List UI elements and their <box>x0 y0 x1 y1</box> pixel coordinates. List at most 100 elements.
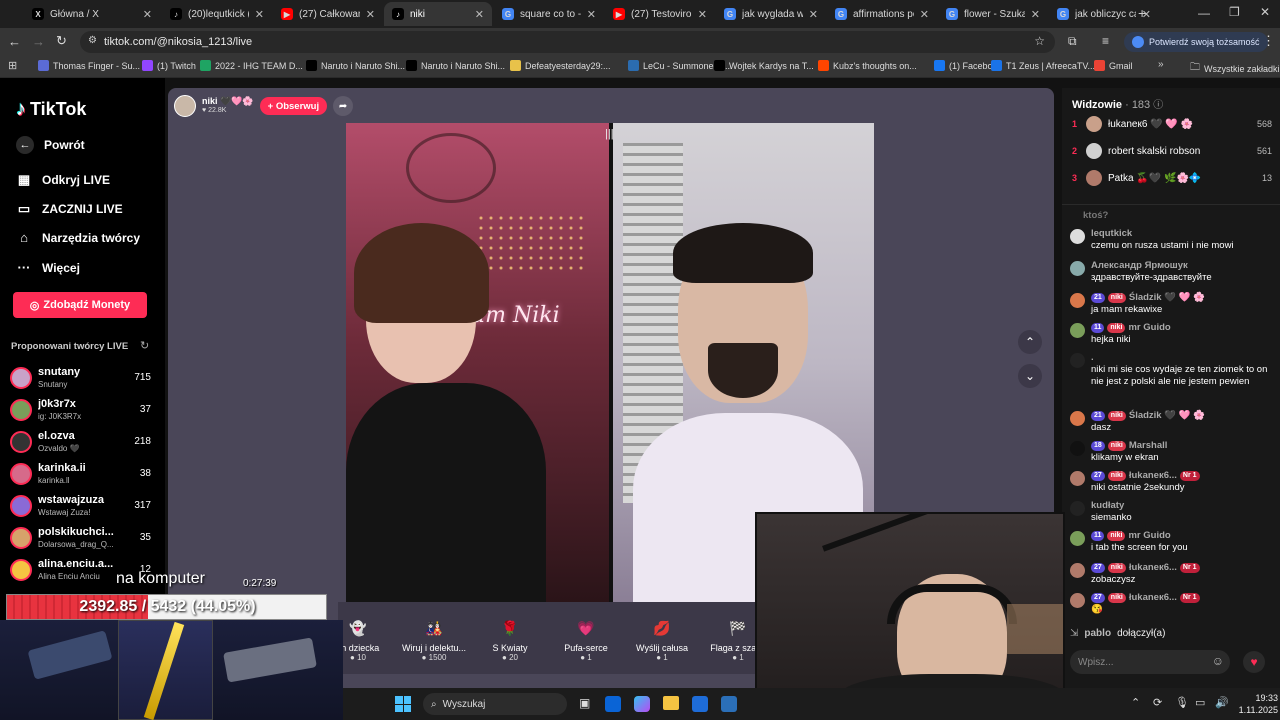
browser-tab[interactable]: Gaffirmations po p ✕ <box>827 2 937 26</box>
bookmark-star-icon[interactable]: ☆ <box>1034 34 1045 48</box>
browser-tab[interactable]: ▶ (27) Testoviron n ✕ <box>605 2 715 26</box>
browser-tab[interactable]: Gflower - Szukaj w ✕ <box>938 2 1048 26</box>
gift-item[interactable]: 🌹 S Kwiaty ● 20 <box>472 616 548 663</box>
bookmark-item[interactable]: 2022 - IHG TEAM D... <box>200 60 303 71</box>
chrome-menu-icon[interactable]: ⋮ <box>1262 33 1275 49</box>
tab-close-icon[interactable]: ✕ <box>475 8 484 21</box>
tab-close-icon[interactable]: ✕ <box>920 8 929 21</box>
store-icon[interactable] <box>692 696 708 712</box>
back-button[interactable]: ← Powrót <box>16 136 85 154</box>
windows-start-icon[interactable] <box>395 696 411 712</box>
back-arrow-icon[interactable]: ← <box>8 34 21 49</box>
apps-grid-icon[interactable]: ⊞ <box>8 59 17 72</box>
suggested-creator-item[interactable]: el.ozva Ozvaldo 🖤 218 <box>10 428 155 456</box>
minimize-button[interactable]: — <box>1198 6 1210 20</box>
tiktok-logo[interactable]: ♪ TikTok <box>16 98 86 121</box>
gift-item[interactable]: 💋 Wyślij całusa ● 1 <box>624 616 700 663</box>
tab-close-icon[interactable]: ✕ <box>143 8 152 21</box>
chat-message[interactable]: Александр Ярмошук здравствуйте-здравствуй… <box>1070 260 1275 288</box>
bookmark-item[interactable]: Kubz's thoughts on... <box>818 60 917 71</box>
tray-chevron-icon[interactable]: ⌃ <box>1131 696 1140 709</box>
top-viewer-row[interactable]: 1 łukaneк6 🖤 🩷 🌸 568 <box>1072 114 1272 134</box>
follow-button[interactable]: + Obserwuj <box>259 97 328 115</box>
suggested-creator-item[interactable]: wstawajzuza Wstawaj Zuza! 317 <box>10 492 155 520</box>
nav-more[interactable]: ··· Więcej <box>16 260 80 275</box>
suggested-creator-item[interactable]: karinka.ii karinka.ll 38 <box>10 460 155 488</box>
microphone-icon[interactable]: 🎙 <box>1175 696 1189 709</box>
gift-item[interactable]: 💗 Pufa-serce ● 1 <box>548 616 624 663</box>
verify-identity-button[interactable]: Potwierdź swoją tożsamość <box>1124 32 1268 52</box>
chat-message[interactable]: 21 niki Śladzik 🖤 🩷 🌸 dasz <box>1070 410 1275 438</box>
previous-live-icon[interactable]: ⌃ <box>1018 330 1042 354</box>
nav-discover-live[interactable]: ▦ Odkryj LIVE <box>16 172 110 188</box>
reload-icon[interactable]: ↻ <box>56 33 67 49</box>
top-viewer-row[interactable]: 2 robert skalski robson 561 <box>1072 141 1272 161</box>
suggested-creator-item[interactable]: polskikuchci... Dolarsowa_drag_Q... 35 <box>10 524 155 552</box>
browser-tab[interactable]: Gjak wyglada wald ✕ <box>716 2 826 26</box>
extensions-icon[interactable]: ⧉ <box>1068 34 1077 49</box>
tab-close-icon[interactable]: ✕ <box>587 8 596 21</box>
bookmark-item[interactable]: (1) Twitch <box>142 60 196 71</box>
chat-input[interactable]: Wpisz... ☺ <box>1070 650 1230 674</box>
browser-tab[interactable]: ♪ (20)lequtkick (@le ✕ <box>162 2 272 26</box>
copilot-icon[interactable] <box>634 696 650 712</box>
suggested-creator-item[interactable]: snutany Snutany 715 <box>10 364 155 392</box>
tab-close-icon[interactable]: ✕ <box>809 8 818 21</box>
task-view-icon[interactable]: ▣ <box>579 696 590 710</box>
chat-message[interactable]: 18 niki Marshall klikamy w ekran <box>1070 440 1275 468</box>
file-explorer-icon[interactable] <box>663 696 679 710</box>
display-icon[interactable]: ▭ <box>1195 696 1205 709</box>
address-bar[interactable]: ⚙ tiktok.com/@nikosia_1213/live ☆ <box>80 31 1055 53</box>
emoji-icon[interactable]: ☺ <box>1212 654 1224 668</box>
bookmark-item[interactable]: Gmail <box>1094 60 1133 71</box>
site-info-icon[interactable]: ⚙ <box>88 35 97 46</box>
chat-message[interactable]: 27 niki łukaneк6... Nr 1 niki ostatnie 2seku… <box>1070 470 1275 498</box>
viewers-header[interactable]: Widzowie · 183 ⓘ <box>1072 96 1163 111</box>
chat-message[interactable]: 27 niki łukaneк6... Nr 1 😘 <box>1070 592 1275 620</box>
chat-message[interactable]: 27 niki łukaneк6... Nr 1 zobaczysz <box>1070 562 1275 590</box>
like-heart-icon[interactable]: ♥ <box>1243 651 1265 673</box>
tab-close-icon[interactable]: ✕ <box>1031 8 1040 21</box>
more-bookmarks-icon[interactable]: » <box>1158 59 1164 70</box>
tab-close-icon[interactable]: ✕ <box>366 8 375 21</box>
maximize-button[interactable]: ❐ <box>1229 5 1240 19</box>
refresh-icon[interactable]: ↻ <box>140 339 149 352</box>
bookmark-item[interactable]: Wojtek Kardys na T... <box>714 60 814 71</box>
nav-start-live[interactable]: ▭ ZACZNIJ LIVE <box>16 201 123 217</box>
info-icon[interactable]: ⓘ <box>1153 100 1163 111</box>
share-icon[interactable]: ➦ <box>333 96 354 116</box>
new-tab-button[interactable]: + <box>1138 5 1146 21</box>
chat-message[interactable]: lequtkick czemu on rusza ustami i nie mow… <box>1070 228 1275 256</box>
forward-arrow-icon[interactable]: → <box>32 34 45 49</box>
chat-message[interactable]: 11 niki mr Guido hejka niki <box>1070 322 1275 350</box>
tab-close-icon[interactable]: ✕ <box>698 8 707 21</box>
nav-creator-tools[interactable]: ⌂ Narzędzia twórcy <box>16 230 140 245</box>
chat-message[interactable]: . niki mi sie cos wydaje ze ten ziomek to… <box>1070 352 1275 404</box>
suggested-creator-item[interactable]: j0k3r7x ig: J0K3R7x 37 <box>10 396 155 424</box>
bookmark-item[interactable]: Naruto i Naruto Shi... <box>406 60 505 71</box>
host-avatar[interactable] <box>174 95 196 117</box>
app-icon[interactable] <box>721 696 737 712</box>
next-live-icon[interactable]: ⌄ <box>1018 364 1042 388</box>
top-viewer-row[interactable]: 3 Patka 🍒🖤 🌿🌸💠 13 <box>1072 168 1272 188</box>
chat-message[interactable]: 21 niki Śladzik 🖤 🩷 🌸 ja mam rekawixe <box>1070 292 1275 320</box>
taskbar-clock[interactable]: 19:33 1.11.2025 <box>1228 692 1278 716</box>
gift-item[interactable]: 🎎 Wiruj i delektu... ● 1500 <box>396 616 472 663</box>
media-icon[interactable]: ≡ <box>1102 34 1109 48</box>
browser-tab[interactable]: Gsquare co to - Sz ✕ <box>494 2 604 26</box>
chat-message[interactable]: kudłaty siemanko <box>1070 500 1275 528</box>
sync-icon[interactable]: ⟳ <box>1153 696 1162 709</box>
browser-tab[interactable]: X Główna / X ✕ <box>24 2 160 26</box>
all-bookmarks-folder[interactable]: 🗀 Wszystkie zakładki <box>1190 60 1280 77</box>
browser-tab[interactable]: ♪ niki ✕ <box>384 2 492 26</box>
chat-message[interactable]: 11 niki mr Guido i tab the screen for you <box>1070 530 1275 558</box>
get-coins-button[interactable]: ◎ Zdobądź Monety <box>13 292 147 318</box>
tab-close-icon[interactable]: ✕ <box>255 8 264 21</box>
browser-tab[interactable]: ▶ (27) Całkowanie p ✕ <box>273 2 383 26</box>
volume-icon[interactable]: 🔊 <box>1215 696 1229 709</box>
bookmark-item[interactable]: Thomas Finger - Su... <box>38 60 140 71</box>
bookmark-item[interactable]: T1 Zeus | AfreecaTV... <box>991 60 1095 71</box>
close-window-button[interactable]: ✕ <box>1260 5 1270 19</box>
bookmark-item[interactable]: Defeatyesterday29:... <box>510 60 611 71</box>
taskbar-search[interactable]: ⌕ Wyszukaj <box>423 693 567 715</box>
